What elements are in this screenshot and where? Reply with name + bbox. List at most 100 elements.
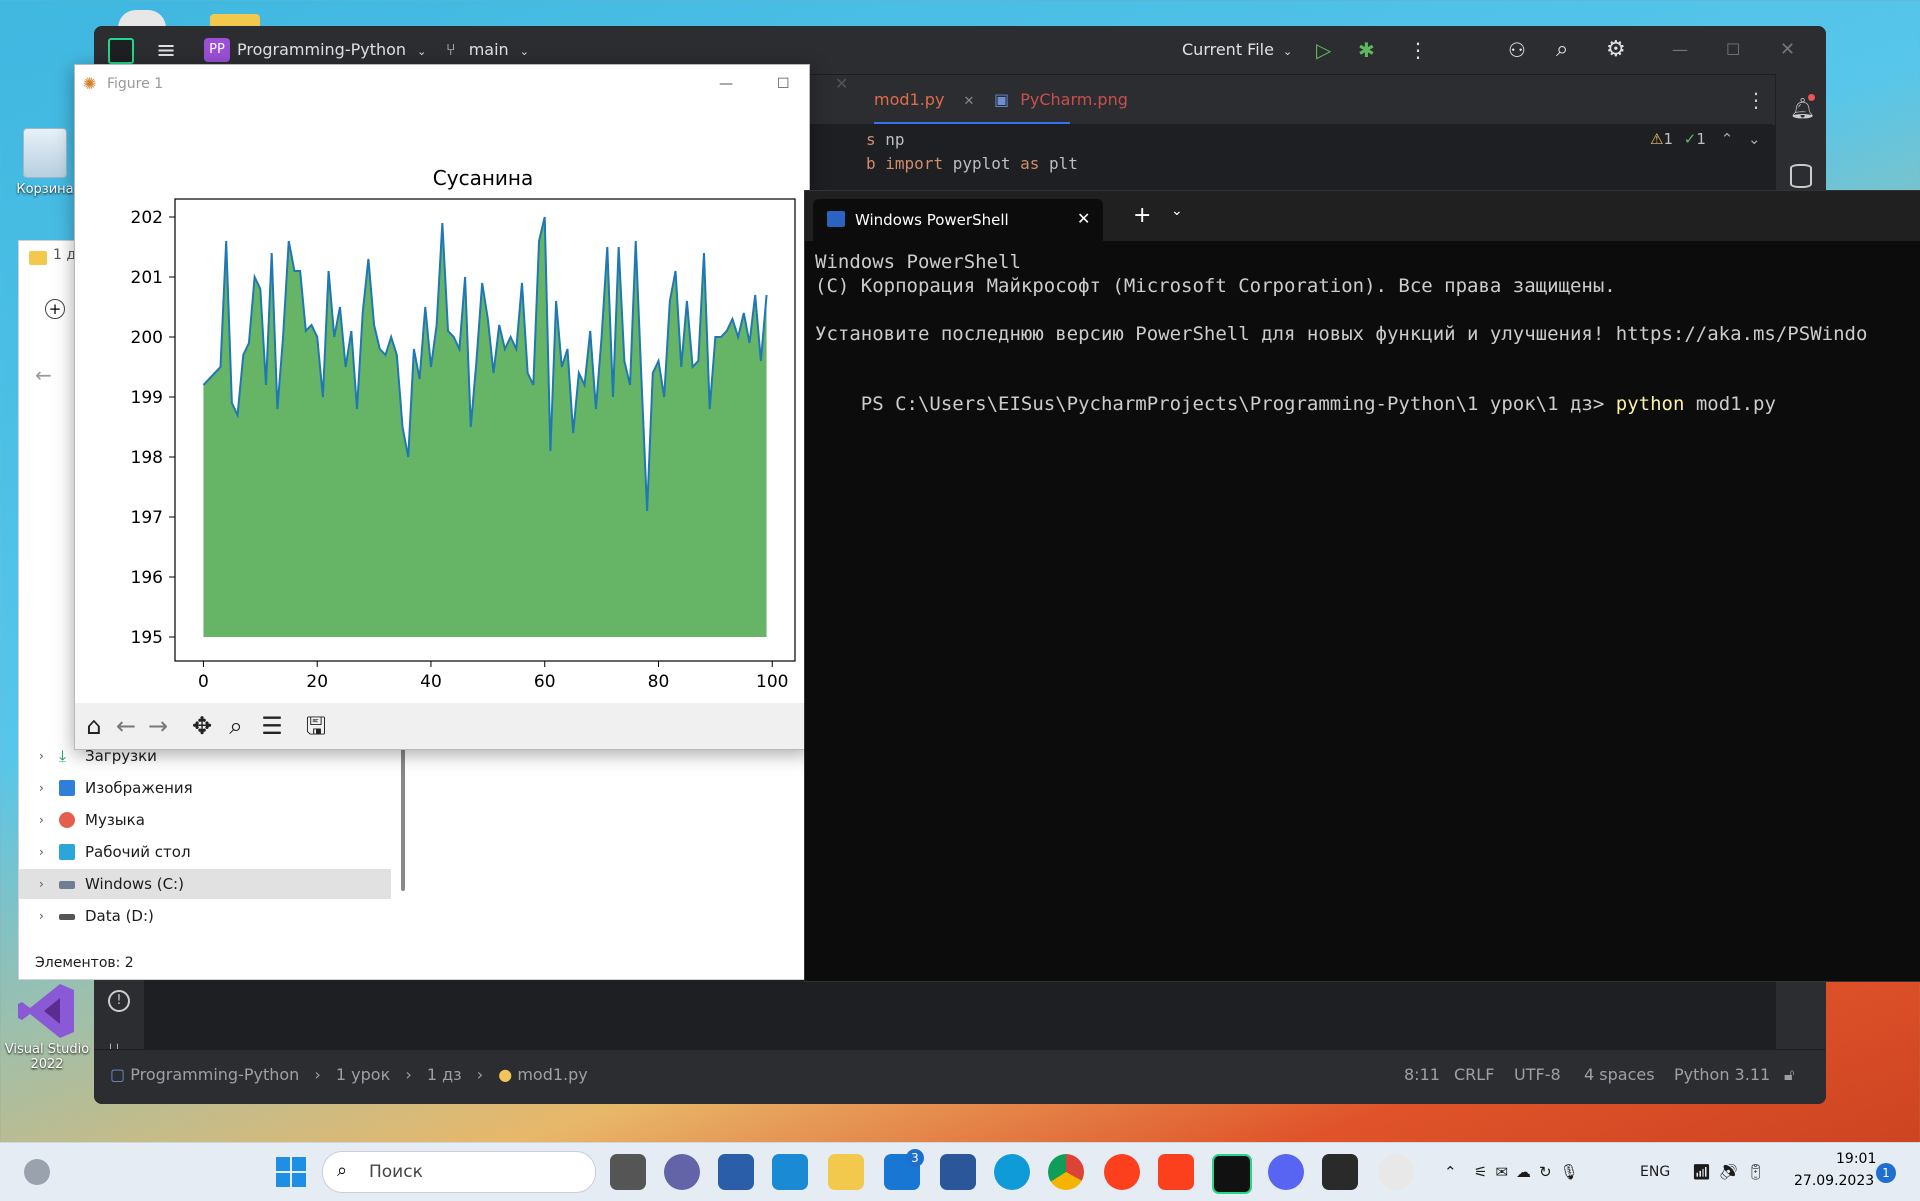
more-actions-icon[interactable]: ⋮ bbox=[1408, 26, 1428, 74]
save-icon[interactable]: 🖫︎ bbox=[301, 711, 331, 741]
chart-title: Сусанина bbox=[433, 166, 533, 190]
drive-icon bbox=[59, 881, 75, 889]
tray-overflow-icon[interactable]: ⌃ bbox=[1444, 1143, 1457, 1201]
network-volume-battery-icons[interactable]: 📶︎🔊︎🔋︎ bbox=[1692, 1143, 1773, 1201]
x-tick-label: 80 bbox=[648, 672, 670, 692]
task-view-icon[interactable] bbox=[610, 1154, 646, 1190]
line-separator[interactable]: CRLF bbox=[1454, 1050, 1494, 1104]
configure-subplots-icon[interactable]: ☰ bbox=[257, 711, 287, 741]
add-user-icon[interactable]: ⚇ bbox=[1508, 26, 1526, 74]
back-arrow-icon[interactable]: ← bbox=[35, 363, 52, 387]
minimize-icon[interactable]: — bbox=[719, 65, 733, 103]
tray-icons[interactable]: ⚟✉☁↻🎙︎ bbox=[1474, 1143, 1587, 1201]
tab-pycharm-png[interactable]: ▣ PyCharm.png bbox=[994, 75, 1128, 125]
warning-count: 1 bbox=[1663, 130, 1673, 148]
tree-item-music[interactable]: › Музыка bbox=[19, 805, 391, 835]
terminal-taskbar-icon[interactable] bbox=[1322, 1154, 1358, 1190]
run-config-dropdown[interactable]: Current File ⌄ bbox=[1182, 26, 1292, 74]
breadcrumb-folder-1[interactable]: 1 урок bbox=[336, 1065, 390, 1084]
recycle-bin-glyph bbox=[23, 128, 67, 178]
new-item-icon[interactable]: + bbox=[45, 299, 65, 319]
notification-badge[interactable]: 1 bbox=[1876, 1163, 1896, 1183]
run-icon[interactable]: ▷ bbox=[1316, 26, 1331, 74]
chevron-down-icon[interactable]: ⌄ bbox=[1748, 130, 1761, 148]
maximize-icon[interactable]: ☐ bbox=[1726, 26, 1740, 74]
store-icon[interactable] bbox=[772, 1154, 808, 1190]
minimize-icon[interactable]: — bbox=[1672, 26, 1688, 74]
app-m-icon[interactable] bbox=[718, 1154, 754, 1190]
start-button[interactable] bbox=[276, 1157, 306, 1187]
word-icon[interactable] bbox=[940, 1154, 976, 1190]
area-chart[interactable]: Сусанина 0 20 40 60 80 100 195 196 197 198 199 200 2… bbox=[75, 103, 809, 695]
recycle-bin-label: Корзина bbox=[16, 182, 74, 197]
tab-powershell[interactable]: Windows PowerShell ✕ bbox=[813, 199, 1103, 241]
search-box[interactable]: ⌕ Поиск bbox=[322, 1151, 596, 1193]
x-tick-label: 40 bbox=[420, 672, 442, 692]
recycle-bin-icon[interactable]: Корзина bbox=[10, 128, 80, 197]
breadcrumb-folder-2[interactable]: 1 дз bbox=[427, 1065, 462, 1084]
branch-name: main bbox=[468, 40, 509, 59]
debug-icon[interactable]: ✱ bbox=[1358, 26, 1375, 74]
close-tab-icon[interactable]: ✕ bbox=[1077, 209, 1090, 228]
forward-arrow-icon[interactable]: → bbox=[143, 711, 173, 741]
tree-item-drive-c[interactable]: › Windows (C:) bbox=[19, 869, 391, 899]
close-tab-icon[interactable]: ✕ bbox=[964, 94, 975, 109]
terminal-line-2: (C) Корпорация Майкрософт (Microsoft Cor… bbox=[815, 275, 1616, 297]
tab-dropdown-icon[interactable]: ⌄ bbox=[1171, 203, 1183, 219]
weather-widget-icon[interactable] bbox=[24, 1159, 50, 1185]
problems-icon[interactable]: ! bbox=[108, 990, 130, 1012]
terminal-line-1: Windows PowerShell bbox=[815, 251, 1021, 273]
clock-time[interactable]: 19:01 bbox=[1836, 1151, 1876, 1167]
maximize-icon[interactable]: ☐ bbox=[777, 65, 790, 103]
tree-item-desktop[interactable]: › Рабочий стол bbox=[19, 837, 391, 867]
file-explorer-icon[interactable] bbox=[828, 1154, 864, 1190]
yandex-icon[interactable] bbox=[1104, 1154, 1140, 1190]
inspection-widget[interactable]: ⚠1 ✓1 ⌃ ⌄ bbox=[1650, 130, 1761, 148]
explorer-folder-icon bbox=[29, 251, 47, 265]
python-interpreter[interactable]: Python 3.11 bbox=[1674, 1050, 1770, 1104]
discord-icon[interactable] bbox=[1268, 1154, 1304, 1190]
project-badge: PP bbox=[204, 38, 230, 62]
status-bar: ▢ Programming-Python › 1 урок › 1 дз › ●… bbox=[94, 1049, 1826, 1104]
visual-studio-icon[interactable]: Visual Studio 2022 bbox=[4, 980, 90, 1072]
tabs-more-icon[interactable]: ⋮ bbox=[1746, 75, 1766, 125]
drive-icon bbox=[59, 914, 75, 920]
close-icon[interactable]: ✕ bbox=[1780, 26, 1795, 74]
clock-date[interactable]: 27.09.2023 bbox=[1794, 1173, 1874, 1189]
explorer-tree: › ⤓ Загрузки › Изображения › Музыка › Раб… bbox=[19, 741, 399, 941]
settings-gear-icon[interactable]: ⚙ bbox=[1606, 26, 1626, 74]
new-tab-icon[interactable]: + bbox=[1133, 203, 1151, 228]
tree-item-images[interactable]: › Изображения bbox=[19, 773, 391, 803]
matplotlib-taskbar-icon[interactable] bbox=[1378, 1154, 1414, 1190]
breadcrumb-project[interactable]: Programming-Python bbox=[130, 1065, 299, 1084]
explorer-tab-title[interactable]: 1 д bbox=[53, 247, 76, 263]
close-icon[interactable]: ✕ bbox=[835, 65, 848, 103]
language-indicator[interactable]: ENG bbox=[1640, 1143, 1670, 1201]
search-icon[interactable]: ⌕ bbox=[1556, 26, 1568, 74]
indent-setting[interactable]: 4 spaces bbox=[1584, 1050, 1655, 1104]
back-arrow-icon[interactable]: ← bbox=[111, 711, 141, 741]
zoom-icon[interactable]: ⌕ bbox=[221, 711, 251, 741]
file-encoding[interactable]: UTF-8 bbox=[1514, 1050, 1561, 1104]
x-tick-label: 100 bbox=[756, 672, 788, 692]
tree-item-drive-d[interactable]: › Data (D:) bbox=[19, 901, 391, 931]
pycharm-taskbar-icon[interactable] bbox=[1212, 1154, 1252, 1194]
breadcrumb-file[interactable]: mod1.py bbox=[517, 1065, 587, 1084]
database-icon[interactable] bbox=[1790, 164, 1812, 188]
visual-studio-logo bbox=[18, 984, 74, 1038]
tree-scrollbar[interactable] bbox=[401, 741, 405, 891]
y-tick-label: 200 bbox=[131, 328, 163, 348]
cursor-position[interactable]: 8:11 bbox=[1404, 1050, 1440, 1104]
terminal-prompt-line[interactable]: PS C:\Users\EISus\PycharmProjects\Progra… bbox=[815, 371, 1776, 437]
home-icon[interactable]: ⌂ bbox=[79, 711, 109, 741]
yandex-browser-icon[interactable] bbox=[1158, 1154, 1194, 1190]
search-placeholder: Поиск bbox=[369, 1162, 423, 1182]
teams-chat-icon[interactable] bbox=[664, 1154, 700, 1190]
area-fill bbox=[203, 217, 767, 637]
chevron-up-icon[interactable]: ⌃ bbox=[1721, 130, 1734, 148]
pan-icon[interactable]: ✥ bbox=[187, 711, 217, 741]
lock-icon[interactable]: 🔓︎ bbox=[1784, 1050, 1794, 1104]
chrome-icon[interactable] bbox=[1048, 1154, 1084, 1190]
edge-icon[interactable] bbox=[994, 1154, 1030, 1190]
pycharm-logo-icon[interactable] bbox=[108, 38, 134, 64]
